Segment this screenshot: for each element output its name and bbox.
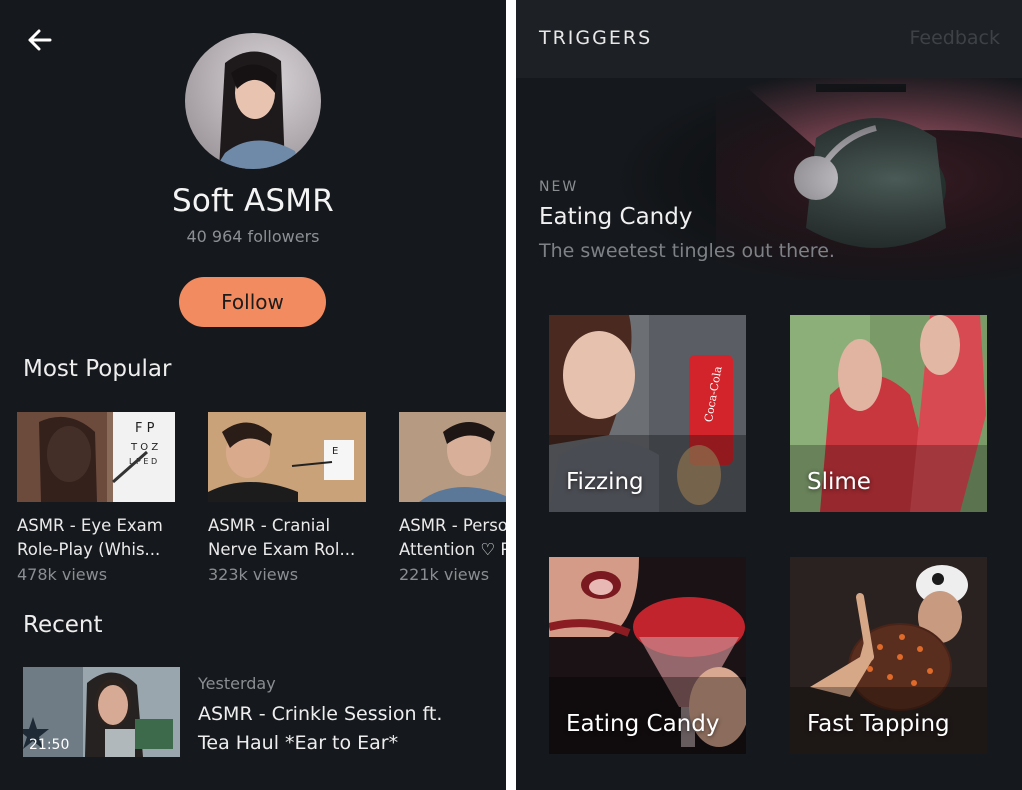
featured-badge: NEW: [539, 179, 579, 195]
svg-text:E: E: [332, 446, 338, 457]
triggers-title: TRIGGERS: [539, 27, 653, 49]
recent-title-line1: ASMR - Crinkle Session ft.: [198, 703, 443, 725]
trigger-tile-label: Eating Candy: [566, 711, 720, 737]
feedback-link[interactable]: Feedback: [910, 27, 1000, 49]
channel-avatar: [185, 33, 321, 169]
video-views: 221k views: [399, 565, 490, 584]
recent-video-thumbnail[interactable]: 21:50: [23, 667, 180, 757]
svg-text:F P: F P: [135, 421, 155, 436]
trigger-tile-fast-tapping[interactable]: Fast Tapping: [790, 557, 987, 754]
channel-name: Soft ASMR: [172, 183, 334, 219]
recent-video-title[interactable]: ASMR - Crinkle Session ft. Tea Haul *Ear…: [198, 700, 498, 758]
popular-video-card[interactable]: ASMR - Perso Attention ♡ P 221k views: [399, 412, 506, 584]
recent-video-date: Yesterday: [198, 674, 276, 693]
trigger-tile-label: Fizzing: [566, 469, 644, 495]
trigger-tile-fizzing[interactable]: Coca-Cola Fizzing: [549, 315, 746, 512]
featured-title: Eating Candy: [539, 204, 693, 230]
video-title-line1: ASMR - Eye Exam: [17, 516, 163, 535]
arrow-left-icon: [28, 29, 52, 51]
video-thumbnail: F P T O Z L P E D: [17, 412, 175, 502]
trigger-tile-eating-candy[interactable]: Eating Candy: [549, 557, 746, 754]
trigger-tile-label: Fast Tapping: [807, 711, 950, 737]
triggers-topbar: TRIGGERS Feedback: [516, 0, 1022, 78]
most-popular-heading: Most Popular: [23, 356, 172, 382]
recent-heading: Recent: [23, 612, 103, 638]
recent-title-line2: Tea Haul *Ear to Ear*: [198, 732, 399, 754]
video-thumbnail: E: [208, 412, 366, 502]
follower-count: 40 964 followers: [186, 227, 320, 246]
video-title-line1: ASMR - Cranial: [208, 516, 331, 535]
video-duration: 21:50: [29, 737, 70, 753]
video-thumbnail: [399, 412, 506, 502]
follow-button[interactable]: Follow: [179, 277, 326, 327]
video-views: 478k views: [17, 565, 108, 584]
trigger-tile-label: Slime: [807, 469, 871, 495]
video-title-line1: ASMR - Perso: [399, 516, 506, 535]
triggers-panel: TRIGGERS Feedback NEW Eating Candy The s…: [516, 0, 1022, 790]
trigger-tile-slime[interactable]: Slime: [790, 315, 987, 512]
video-title-line2: Attention ♡ P: [399, 540, 506, 559]
video-title-line2: Nerve Exam Rol...: [208, 540, 356, 559]
popular-video-card[interactable]: E ASMR - Cranial Nerve Exam Rol... 323k …: [208, 412, 366, 584]
featured-subtitle: The sweetest tingles out there.: [539, 240, 835, 262]
popular-video-card[interactable]: F P T O Z L P E D ASMR - Eye Exam Role-P…: [17, 412, 175, 584]
channel-profile-panel: Soft ASMR 40 964 followers Follow Most P…: [0, 0, 506, 790]
video-title-line2: Role-Play (Whis...: [17, 540, 161, 559]
back-button[interactable]: [24, 24, 56, 56]
svg-text:T O Z: T O Z: [130, 442, 158, 453]
video-views: 323k views: [208, 565, 299, 584]
